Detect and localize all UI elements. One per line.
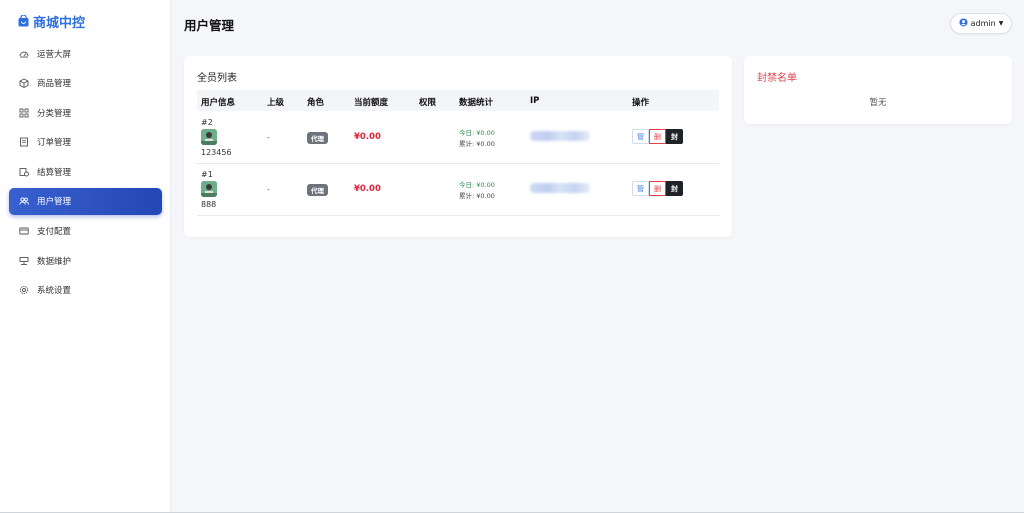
- ban-list-card: 封禁名单 暂无: [744, 56, 1012, 124]
- dashboard-icon: [19, 49, 29, 59]
- ip-address-blurred: [530, 183, 590, 193]
- sidebar-item-products[interactable]: 商品管理: [9, 70, 162, 97]
- card-icon: [19, 226, 29, 236]
- users-icon: [19, 196, 29, 206]
- column-header: 操作: [632, 98, 650, 108]
- balance-value: ¥0.00: [354, 132, 381, 142]
- user-id: #1: [201, 170, 213, 179]
- manage-button[interactable]: 管: [632, 181, 649, 196]
- table-header: 用户信息 上级 角色 当前额度 权限 数据统计 IP 操作: [197, 90, 719, 111]
- ban-button[interactable]: 封: [666, 129, 683, 144]
- sidebar-item-label: 商品管理: [37, 79, 72, 90]
- stat-today: 今日: ¥0.00: [459, 129, 495, 137]
- avatar: [201, 181, 217, 197]
- box-icon: [19, 78, 29, 89]
- table-row: #2 123456 - 代理 ¥0.00 今日: ¥0.00 累计: ¥0.00…: [197, 112, 719, 164]
- row-actions: 管 删 封: [632, 181, 683, 196]
- username: 123456: [201, 148, 232, 157]
- chevron-down-icon: ▼: [998, 20, 1004, 27]
- brand-name: 商城中控: [33, 15, 86, 31]
- column-header: IP: [530, 96, 540, 106]
- ip-address-blurred: [530, 131, 590, 141]
- ban-list-title: 封禁名单: [757, 73, 797, 84]
- role-badge: 代理: [307, 132, 328, 144]
- shopping-bag-icon: [18, 15, 29, 27]
- sidebar-item-orders[interactable]: 订单管理: [9, 129, 162, 156]
- manage-button[interactable]: 管: [632, 129, 649, 144]
- sidebar-item-settings[interactable]: 系统设置: [9, 277, 162, 304]
- brand-logo[interactable]: 商城中控: [18, 12, 86, 31]
- column-header: 权限: [419, 98, 437, 108]
- username: 888: [201, 200, 217, 209]
- delete-button[interactable]: 删: [649, 129, 666, 144]
- table-row: #1 888 - 代理 ¥0.00 今日: ¥0.00 累计: ¥0.00 管 …: [197, 164, 719, 216]
- members-title: 全员列表: [197, 73, 237, 84]
- sidebar-item-dashboard[interactable]: 运营大屏: [9, 40, 162, 67]
- column-header: 上级: [267, 98, 285, 108]
- user-id: #2: [201, 118, 213, 127]
- sidebar-item-users[interactable]: 用户管理: [9, 187, 162, 215]
- sidebar-item-label: 分类管理: [37, 108, 72, 119]
- database-icon: [19, 256, 29, 266]
- order-icon: [19, 137, 29, 147]
- page-title: 用户管理: [184, 18, 235, 33]
- sidebar-item-categories[interactable]: 分类管理: [9, 99, 162, 126]
- balance-value: ¥0.00: [354, 184, 381, 194]
- sidebar-item-label: 支付配置: [37, 227, 72, 238]
- user-menu-button[interactable]: admin ▼: [950, 13, 1012, 34]
- delete-button[interactable]: 删: [649, 181, 666, 196]
- sidebar-item-label: 运营大屏: [37, 49, 72, 60]
- settlement-icon: [19, 167, 29, 177]
- sidebar-item-label: 系统设置: [37, 286, 72, 297]
- column-header: 当前额度: [354, 98, 389, 108]
- gear-icon: [19, 285, 29, 295]
- sidebar-item-label: 用户管理: [37, 197, 72, 208]
- sidebar: 商城中控 运营大屏 商品管理 分类管理 订单管理 结算管理 用户管理 支付配置 …: [0, 0, 171, 513]
- user-menu-label: admin: [970, 19, 996, 28]
- sidebar-item-data[interactable]: 数据维护: [9, 247, 162, 274]
- role-badge: 代理: [307, 184, 328, 196]
- row-actions: 管 删 封: [632, 129, 683, 144]
- sidebar-item-settlement[interactable]: 结算管理: [9, 158, 162, 185]
- stat-total: 累计: ¥0.00: [459, 140, 495, 148]
- column-header: 数据统计: [459, 98, 494, 108]
- stat-today: 今日: ¥0.00: [459, 181, 495, 189]
- column-header: 用户信息: [201, 98, 236, 108]
- sidebar-nav: 运营大屏 商品管理 分类管理 订单管理 结算管理 用户管理 支付配置 数据维护 …: [9, 40, 162, 306]
- ban-button[interactable]: 封: [666, 181, 683, 196]
- avatar: [201, 129, 217, 145]
- sidebar-item-label: 结算管理: [37, 167, 72, 178]
- column-header: 角色: [307, 98, 325, 108]
- parent-value: -: [267, 185, 270, 194]
- sidebar-item-payment[interactable]: 支付配置: [9, 218, 162, 245]
- sidebar-item-label: 数据维护: [37, 256, 72, 267]
- parent-value: -: [267, 133, 270, 142]
- members-card: 全员列表 用户信息 上级 角色 当前额度 权限 数据统计 IP 操作 #2 12…: [184, 56, 732, 237]
- ban-list-empty: 暂无: [869, 98, 887, 108]
- stat-total: 累计: ¥0.00: [459, 192, 495, 200]
- sidebar-item-label: 订单管理: [37, 138, 72, 149]
- grid-icon: [19, 108, 29, 118]
- user-avatar-icon: [959, 18, 968, 29]
